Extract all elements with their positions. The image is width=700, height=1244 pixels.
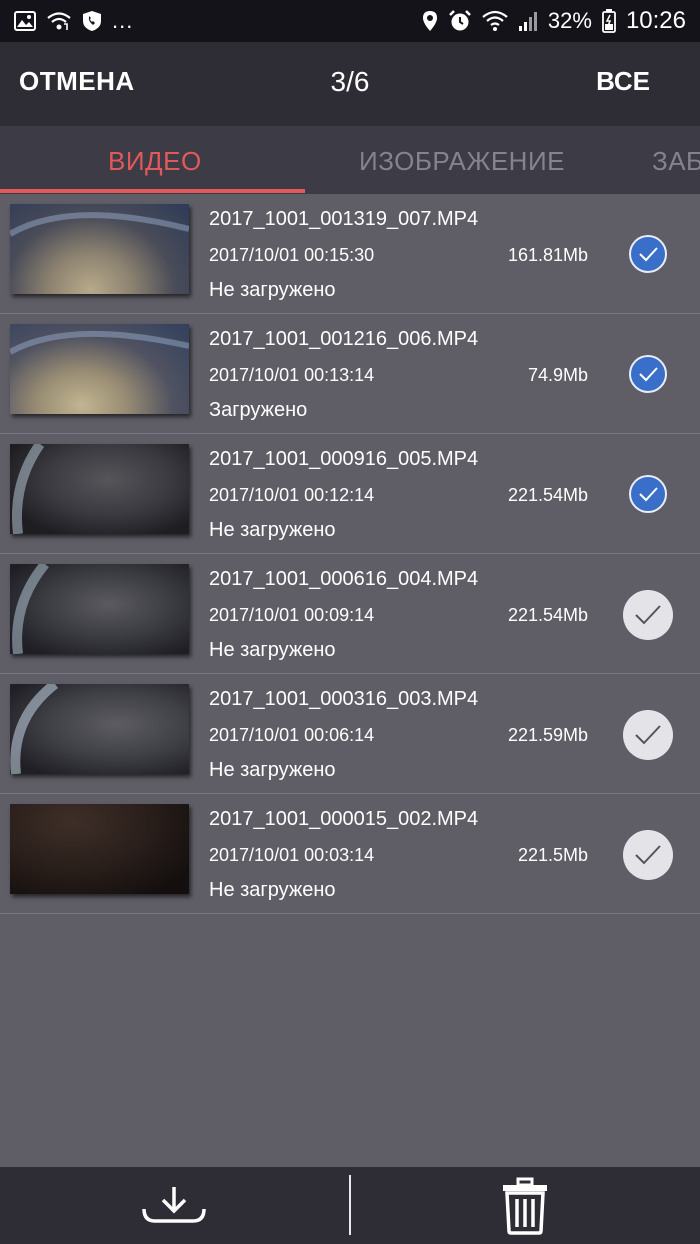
select-all-button[interactable]: ВСЕ [596, 66, 650, 97]
alarm-icon [448, 8, 472, 34]
video-datetime: 2017/10/01 00:12:14 [209, 485, 375, 505]
video-thumbnail [8, 324, 190, 414]
bottom-action-bar [0, 1167, 700, 1244]
download-icon [142, 1187, 206, 1223]
video-datetime: 2017/10/01 00:09:14 [209, 605, 375, 625]
status-right: 32% 10:26 [422, 7, 686, 35]
tab-video[interactable]: ВИДЕО [108, 146, 202, 177]
video-row[interactable]: 2017_1001_000316_003.MP4 2017/10/01 00:0… [0, 674, 700, 794]
video-filename: 2017_1001_001216_006.MP4 [209, 328, 479, 350]
video-download-status: Не загружено [209, 519, 336, 541]
checkbox-checked[interactable] [629, 235, 667, 273]
video-filename: 2017_1001_001319_007.MP4 [209, 208, 479, 230]
video-thumbnail [10, 441, 189, 535]
checkmark-icon [639, 367, 658, 382]
wifi-call-icon [46, 8, 72, 34]
video-thumbnail [8, 204, 190, 294]
battery-icon [602, 8, 616, 34]
video-size: 221.54Mb [507, 485, 588, 505]
location-icon [422, 8, 438, 34]
video-row[interactable]: 2017_1001_000916_005.MP4 2017/10/01 00:1… [0, 434, 700, 554]
video-download-status: Не загружено [209, 879, 336, 901]
checkmark-icon [635, 845, 661, 865]
video-row[interactable]: 2017_1001_001216_006.MP4 2017/10/01 00:1… [0, 314, 700, 434]
video-datetime: 2017/10/01 00:06:14 [209, 725, 375, 745]
checkmark-icon [635, 725, 661, 745]
delete-button[interactable] [495, 1175, 555, 1237]
signal-icon [518, 8, 538, 34]
wifi-icon [482, 8, 508, 34]
image-icon [14, 8, 36, 34]
video-download-status: Не загружено [209, 639, 336, 661]
video-thumbnail [10, 680, 189, 775]
status-left: ... [14, 8, 133, 34]
cancel-button[interactable]: ОТМЕНА [19, 66, 135, 97]
video-size: 221.54Mb [507, 605, 588, 625]
checkmark-icon [639, 487, 658, 502]
video-filename: 2017_1001_000015_002.MP4 [209, 808, 479, 830]
checkmark-icon [639, 247, 658, 262]
video-row[interactable]: 2017_1001_001319_007.MP4 2017/10/01 00:1… [0, 194, 700, 314]
checkmark-icon [635, 605, 661, 625]
shield-phone-icon [82, 8, 102, 34]
video-datetime: 2017/10/01 00:03:14 [209, 845, 375, 865]
video-size: 161.81Mb [507, 245, 588, 265]
checkbox-checked[interactable] [629, 355, 667, 393]
checkbox-unchecked[interactable] [623, 830, 673, 880]
more-notifications-indicator: ... [112, 8, 134, 33]
bottom-bar-divider [349, 1175, 351, 1235]
trash-icon [503, 1177, 547, 1235]
checkbox-checked[interactable] [629, 475, 667, 513]
checkbox-unchecked[interactable] [623, 710, 673, 760]
tab-bar: ВИДЕО ИЗОБРАЖЕНИЕ ЗАБ [0, 126, 700, 194]
video-thumbnail [10, 560, 189, 655]
video-size: 74.9Mb [527, 365, 588, 385]
video-download-status: Загружено [209, 399, 308, 421]
video-download-status: Не загружено [209, 279, 336, 301]
video-datetime: 2017/10/01 00:15:30 [209, 245, 375, 265]
video-row[interactable]: 2017_1001_000015_002.MP4 2017/10/01 00:0… [0, 794, 700, 914]
active-tab-indicator [0, 189, 305, 193]
video-filename: 2017_1001_000316_003.MP4 [209, 688, 479, 710]
app-header: ОТМЕНА 3/6 ВСЕ [0, 42, 700, 126]
video-list: 2017_1001_001319_007.MP4 2017/10/01 00:1… [0, 194, 700, 914]
battery-percent: 32% [547, 8, 592, 33]
video-filename: 2017_1001_000616_004.MP4 [209, 568, 479, 590]
tab-locked[interactable]: ЗАБ [652, 146, 700, 177]
video-size: 221.59Mb [507, 725, 588, 745]
checkbox-unchecked[interactable] [623, 590, 673, 640]
video-thumbnail [10, 804, 189, 894]
tab-images[interactable]: ИЗОБРАЖЕНИЕ [359, 146, 565, 177]
download-button[interactable] [138, 1177, 210, 1233]
video-download-status: Не загружено [209, 759, 336, 781]
video-datetime: 2017/10/01 00:13:14 [209, 365, 375, 385]
clock: 10:26 [625, 7, 686, 34]
video-size: 221.5Mb [517, 845, 588, 865]
video-filename: 2017_1001_000916_005.MP4 [209, 448, 479, 470]
status-bar: ... 32% 10:26 [0, 0, 700, 42]
video-row[interactable]: 2017_1001_000616_004.MP4 2017/10/01 00:0… [0, 554, 700, 674]
